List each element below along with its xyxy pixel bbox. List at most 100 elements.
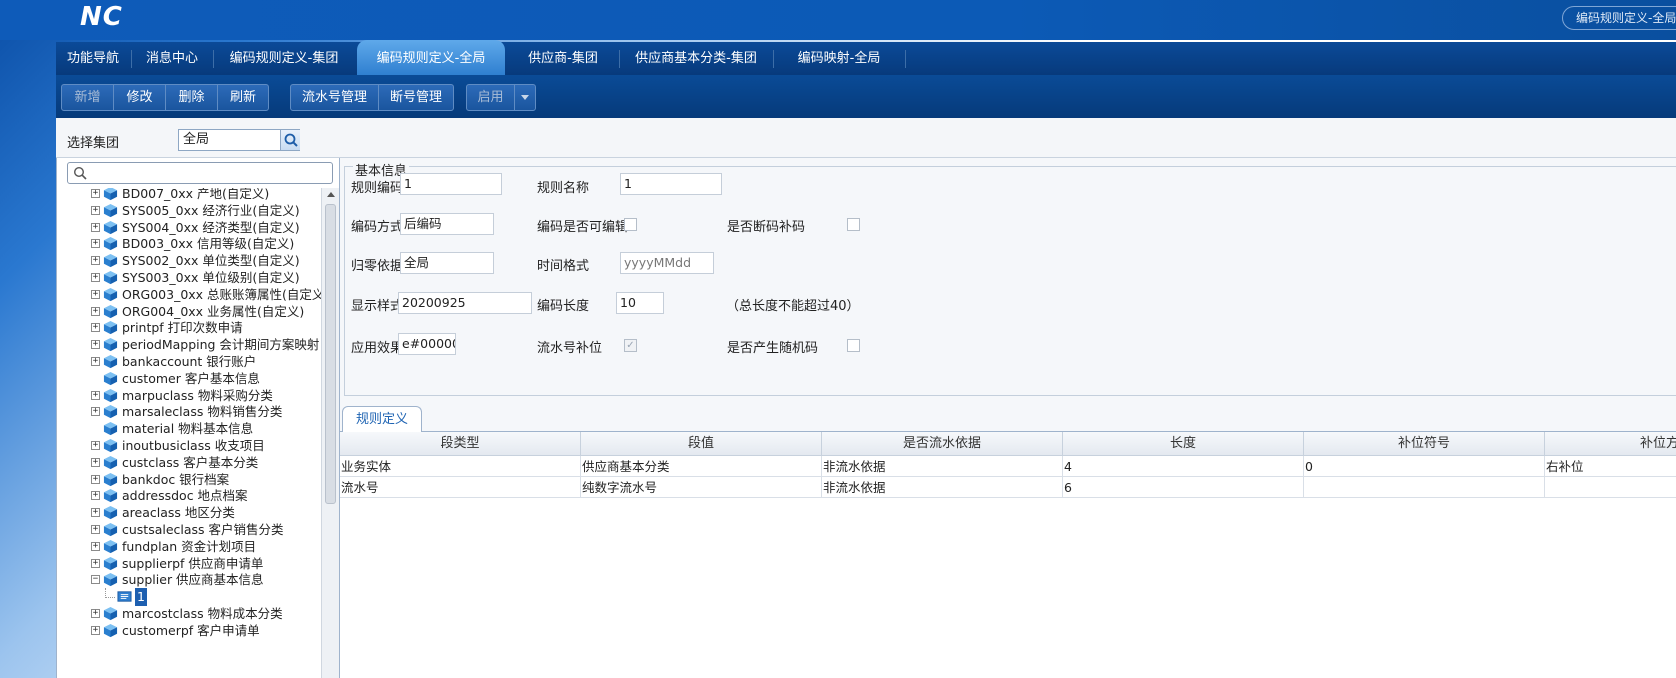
column-header-serial-basis[interactable]: 是否流水依据 bbox=[822, 432, 1063, 456]
expand-icon[interactable]: + bbox=[91, 625, 100, 635]
table-row[interactable]: 流水号 纯数字流水号 非流水依据 6 bbox=[340, 477, 1676, 498]
tree-item[interactable]: + SYS002_0xx 单位类型(自定义) bbox=[57, 252, 321, 270]
scrollbar-thumb[interactable] bbox=[325, 204, 336, 504]
tree-item[interactable]: + customerpf 客户申请单 bbox=[57, 622, 321, 640]
expand-icon[interactable]: + bbox=[91, 407, 100, 417]
tree-search-input[interactable] bbox=[67, 162, 333, 184]
tree-item[interactable]: + custclass 客户基本分类 bbox=[57, 454, 321, 472]
expand-icon[interactable]: + bbox=[91, 323, 100, 333]
tab-message-center[interactable]: 消息中心 bbox=[132, 42, 212, 75]
apply-effect-field[interactable]: e#000001 bbox=[398, 333, 456, 355]
tree-item[interactable]: + ORG003_0xx 总账账簿属性(自定义) bbox=[57, 286, 321, 304]
enable-button[interactable]: 启用 bbox=[467, 85, 515, 110]
expand-icon[interactable]: + bbox=[91, 441, 100, 450]
tab-code-rule-group[interactable]: 编码规则定义-集团 bbox=[214, 42, 354, 75]
tab-function-nav[interactable]: 功能导航 bbox=[56, 42, 130, 75]
expand-icon[interactable]: + bbox=[91, 306, 100, 316]
reset-basis-field[interactable]: 全局 bbox=[400, 252, 494, 274]
tree-scrollbar[interactable] bbox=[321, 188, 339, 678]
table-cell bbox=[1545, 477, 1676, 498]
expand-icon[interactable]: + bbox=[91, 491, 100, 501]
display-style-field[interactable]: 20200925 bbox=[398, 292, 532, 314]
tab-supplier-class-group[interactable]: 供应商基本分类-集团 bbox=[620, 42, 772, 75]
column-header-length[interactable]: 长度 bbox=[1063, 432, 1304, 456]
tree-item[interactable]: + marpuclass 物料采购分类 bbox=[57, 387, 321, 405]
edit-button[interactable]: 修改 bbox=[114, 85, 166, 110]
tree-item[interactable]: + areaclass 地区分类 bbox=[57, 504, 321, 522]
expand-icon[interactable]: + bbox=[91, 474, 100, 484]
tree-item[interactable]: material 物料基本信息 bbox=[57, 420, 321, 438]
tree-item[interactable]: + SYS004_0xx 经济类型(自定义) bbox=[57, 219, 321, 237]
tree-item[interactable]: + fundplan 资金计划项目 bbox=[57, 538, 321, 556]
enable-dropdown-button[interactable] bbox=[515, 85, 535, 110]
breadcrumb[interactable]: 编码规则定义-全局 bbox=[1562, 6, 1676, 30]
tree-item[interactable]: + BD003_0xx 信用等级(自定义) bbox=[57, 235, 321, 253]
expand-icon[interactable]: + bbox=[91, 340, 100, 350]
tree-item[interactable]: + BD007_0xx 产地(自定义) bbox=[57, 188, 321, 203]
tab-rule-definition[interactable]: 规则定义 bbox=[342, 406, 422, 433]
expand-icon[interactable]: + bbox=[91, 609, 100, 618]
column-header-segment-type[interactable]: 段类型 bbox=[340, 432, 581, 456]
tree-item[interactable]: + addressdoc 地点档案 bbox=[57, 487, 321, 505]
right-detail-pane: 基本信息 规则编码 1 规则名称 1 编码方式 后编码 编码是否可编辑 是否断码… bbox=[340, 158, 1676, 678]
search-icon bbox=[73, 166, 87, 180]
rule-name-field[interactable]: 1 bbox=[620, 173, 722, 195]
expand-icon[interactable]: + bbox=[91, 508, 100, 518]
serial-management-button[interactable]: 流水号管理 bbox=[291, 85, 379, 110]
tree-item[interactable]: + ORG004_0xx 业务属性(自定义) bbox=[57, 303, 321, 321]
serial-pad-checkbox[interactable]: ✓ bbox=[624, 339, 637, 352]
tree-item[interactable]: + marcostclass 物料成本分类 bbox=[57, 605, 321, 623]
table-row[interactable]: 业务实体 供应商基本分类 非流水依据 4 0 右补位 bbox=[340, 456, 1676, 477]
reset-basis-label: 归零依据 bbox=[351, 259, 404, 274]
code-editable-checkbox[interactable] bbox=[624, 218, 637, 231]
tab-code-mapping-global[interactable]: 编码映射-全局 bbox=[774, 42, 904, 75]
random-code-checkbox[interactable] bbox=[847, 339, 860, 352]
cube-icon bbox=[103, 472, 118, 487]
expand-icon[interactable]: + bbox=[91, 558, 100, 568]
column-header-pad-symbol[interactable]: 补位符号 bbox=[1304, 432, 1545, 456]
code-length-field[interactable]: 10 bbox=[616, 292, 664, 314]
tree-item[interactable]: + bankdoc 银行档案 bbox=[57, 471, 321, 489]
tree-item-label: ORG004_0xx 业务属性(自定义) bbox=[122, 303, 305, 319]
tree-item[interactable]: + bankaccount 银行账户 bbox=[57, 353, 321, 371]
expand-icon[interactable]: + bbox=[91, 273, 100, 282]
tree-item[interactable]: + SYS003_0xx 单位级别(自定义) bbox=[57, 269, 321, 287]
tree-item[interactable]: − supplier 供应商基本信息 bbox=[57, 571, 321, 589]
tree-item[interactable]: + marsaleclass 物料销售分类 bbox=[57, 403, 321, 421]
tree-item[interactable]: + SYS005_0xx 经济行业(自定义) bbox=[57, 202, 321, 220]
tree-item[interactable]: + supplierpf 供应商申请单 bbox=[57, 555, 321, 573]
expand-icon[interactable]: + bbox=[91, 239, 100, 249]
tree-item-label: SYS003_0xx 单位级别(自定义) bbox=[122, 270, 300, 285]
tab-supplier-group[interactable]: 供应商-集团 bbox=[508, 42, 618, 75]
expand-icon[interactable]: + bbox=[91, 289, 100, 299]
collapse-icon[interactable]: − bbox=[91, 575, 100, 585]
delete-button[interactable]: 删除 bbox=[166, 85, 218, 110]
add-button[interactable]: 新增 bbox=[62, 85, 114, 110]
tree-item[interactable]: + custsaleclass 客户销售分类 bbox=[57, 521, 321, 539]
break-management-button[interactable]: 断号管理 bbox=[379, 85, 453, 110]
tree-leaf-item[interactable]: 1 bbox=[57, 588, 321, 607]
expand-icon[interactable]: + bbox=[91, 189, 100, 198]
code-mode-field[interactable]: 后编码 bbox=[400, 213, 494, 235]
tree-item[interactable]: + periodMapping 会计期间方案映射 bbox=[57, 336, 321, 354]
table-cell: 6 bbox=[1063, 477, 1304, 498]
expand-icon[interactable]: + bbox=[91, 205, 100, 215]
rule-code-field[interactable]: 1 bbox=[400, 173, 502, 195]
group-select-button[interactable] bbox=[280, 130, 300, 150]
tree-item[interactable]: customer 客户基本信息 bbox=[57, 370, 321, 388]
tab-code-rule-global[interactable]: 编码规则定义-全局 bbox=[357, 40, 505, 75]
tree-item[interactable]: + inoutbusiclass 收支项目 bbox=[57, 437, 321, 455]
tree-item[interactable]: + printpf 打印次数申请 bbox=[57, 319, 321, 337]
refresh-button[interactable]: 刷新 bbox=[218, 85, 268, 110]
column-header-pad-direction[interactable]: 补位方 bbox=[1545, 432, 1676, 456]
expand-icon[interactable]: + bbox=[91, 256, 100, 266]
column-header-segment-value[interactable]: 段值 bbox=[581, 432, 822, 456]
expand-icon[interactable]: + bbox=[91, 525, 100, 534]
expand-icon[interactable]: + bbox=[91, 222, 100, 232]
expand-icon[interactable]: + bbox=[91, 457, 100, 467]
expand-icon[interactable]: + bbox=[91, 390, 100, 400]
time-format-field[interactable]: yyyyMMdd bbox=[620, 252, 714, 274]
expand-icon[interactable]: + bbox=[91, 357, 100, 366]
break-fill-checkbox[interactable] bbox=[847, 218, 860, 231]
expand-icon[interactable]: + bbox=[91, 541, 100, 551]
